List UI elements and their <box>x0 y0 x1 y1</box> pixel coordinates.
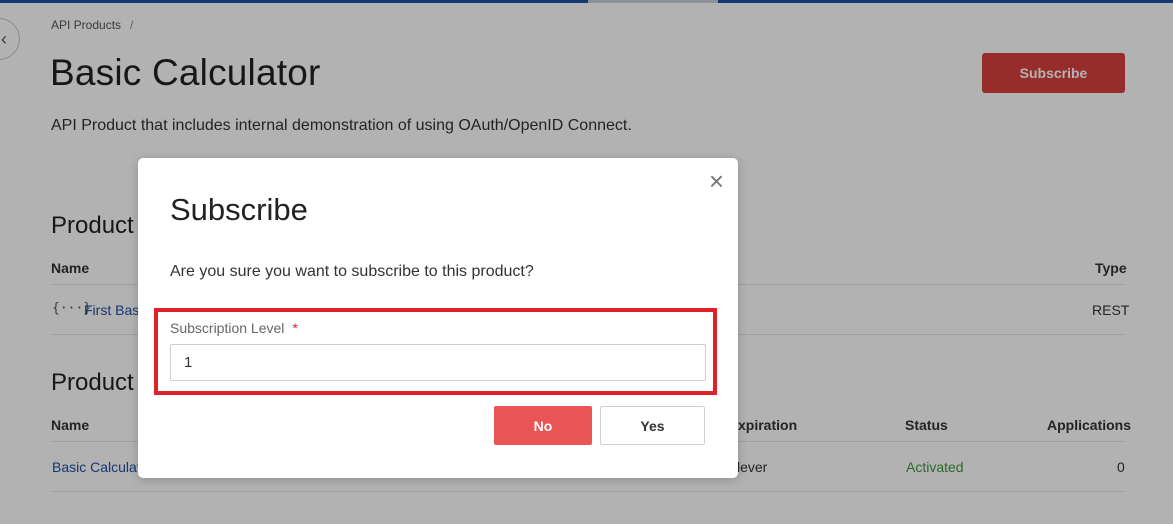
subscribe-dialog: × Subscribe Are you sure you want to sub… <box>138 158 738 478</box>
no-button[interactable]: No <box>494 406 592 445</box>
close-icon[interactable]: × <box>709 168 724 194</box>
required-asterisk: * <box>292 320 298 336</box>
dialog-title: Subscribe <box>170 192 308 227</box>
dialog-question: Are you sure you want to subscribe to th… <box>170 263 534 280</box>
subscription-level-label-text: Subscription Level <box>170 320 285 336</box>
yes-button[interactable]: Yes <box>600 406 705 445</box>
subscription-level-input[interactable] <box>170 344 706 381</box>
subscription-level-label: Subscription Level * <box>170 320 298 336</box>
